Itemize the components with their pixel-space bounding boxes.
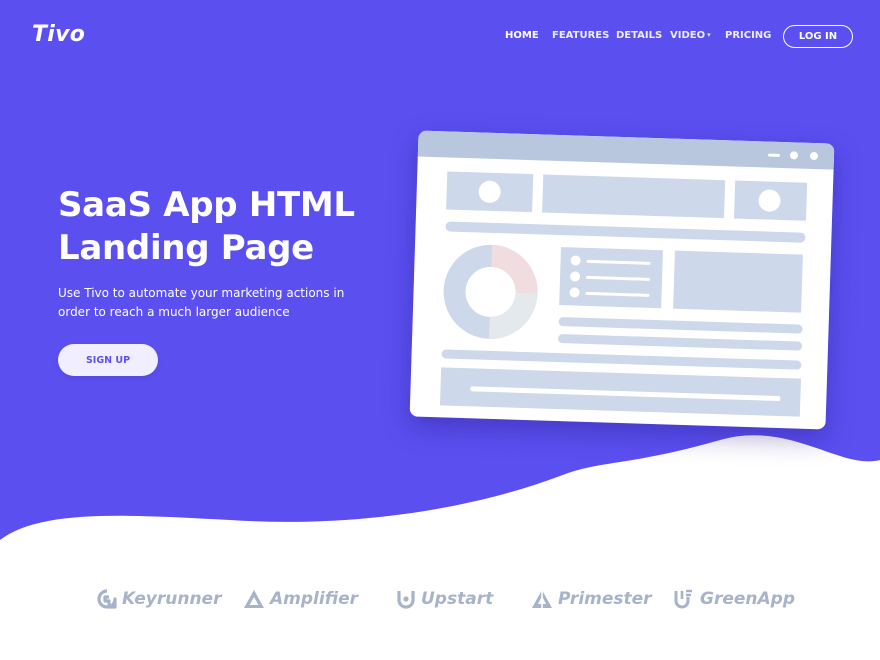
hero-title: SaaS App HTML Landing Page	[58, 185, 355, 268]
client-name: Keyrunner	[122, 589, 222, 609]
signup-button[interactable]: SIGN UP	[58, 344, 158, 376]
client-name: Upstart	[421, 589, 494, 609]
primester-logo-icon	[532, 590, 552, 608]
client-name: Amplifier	[270, 589, 358, 609]
mockup-bar	[557, 334, 803, 351]
greenapp-logo-icon	[674, 589, 692, 609]
client-name: GreenApp	[700, 589, 795, 609]
mockup-bar	[445, 221, 806, 243]
window-minimize-icon	[767, 153, 781, 157]
nav-item-pricing[interactable]: PRICING	[725, 30, 771, 41]
client-logo-greenapp: GreenApp	[673, 584, 795, 614]
nav-item-video[interactable]: VIDEO ▾	[670, 30, 711, 41]
client-logos: Keyrunner Amplifier Upstart Primester Gr…	[0, 584, 880, 614]
nav-item-home[interactable]: HOME	[505, 30, 539, 41]
mockup-card	[542, 174, 726, 219]
app-mockup-illustration	[409, 130, 835, 430]
nav-item-video-label: VIDEO	[670, 30, 706, 41]
main-nav: HOME FEATURES DETAILS VIDEO ▾ PRICING	[0, 30, 880, 46]
nav-item-details[interactable]: DETAILS	[616, 30, 662, 41]
chevron-down-icon: ▾	[707, 31, 711, 39]
client-logo-keyrunner: Keyrunner	[97, 584, 221, 614]
client-name: Primester	[558, 589, 652, 609]
upstart-logo-icon	[397, 591, 415, 609]
nav-item-features[interactable]: FEATURES	[552, 30, 609, 41]
amplifier-logo-icon	[244, 590, 264, 608]
mockup-bar	[441, 349, 802, 370]
client-logo-amplifier: Amplifier	[243, 584, 358, 614]
client-logo-primester: Primester	[531, 584, 652, 614]
mockup-bar	[558, 317, 803, 334]
keyrunner-logo-icon	[97, 589, 117, 609]
login-button[interactable]: LOG IN	[783, 25, 853, 48]
hero-subtitle: Use Tivo to automate your marketing acti…	[58, 286, 345, 319]
mockup-card	[673, 250, 803, 313]
client-logo-upstart: Upstart	[396, 584, 493, 614]
donut-chart-illustration	[443, 244, 538, 339]
